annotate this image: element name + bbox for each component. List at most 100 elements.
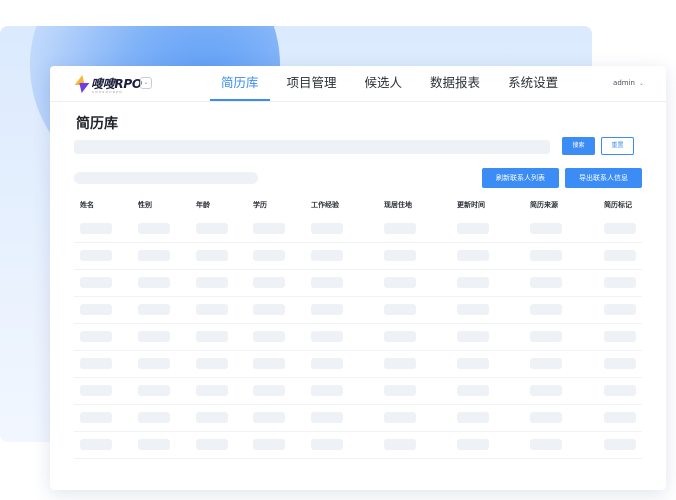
cell-placeholder — [80, 439, 112, 450]
cell-placeholder — [530, 331, 562, 342]
cell-placeholder — [604, 412, 636, 423]
page-title: 简历库 — [76, 116, 118, 132]
column-header-experience: 工作经验 — [311, 201, 339, 209]
column-header-residence: 现居住地 — [384, 201, 412, 209]
cell-placeholder — [530, 250, 562, 261]
cell-placeholder — [80, 331, 112, 342]
cell-placeholder — [196, 304, 228, 315]
cell-placeholder — [311, 223, 343, 234]
cell-placeholder — [253, 358, 285, 369]
cell-placeholder — [80, 304, 112, 315]
cell-placeholder — [530, 385, 562, 396]
table-row[interactable] — [74, 297, 642, 324]
cell-placeholder — [384, 277, 416, 288]
table-row[interactable] — [74, 432, 642, 459]
table-row[interactable] — [74, 405, 642, 432]
tab-project-management[interactable]: 项目管理 — [276, 66, 348, 102]
cell-placeholder — [196, 358, 228, 369]
table-row[interactable] — [74, 216, 642, 243]
cell-placeholder — [138, 358, 170, 369]
cell-placeholder — [80, 250, 112, 261]
column-header-updated: 更新时间 — [457, 201, 485, 209]
cell-placeholder — [196, 223, 228, 234]
cell-placeholder — [457, 358, 489, 369]
table-row[interactable] — [74, 324, 642, 351]
logo-text: 嗖嗖RPO — [91, 77, 142, 91]
chevron-down-icon: ⌄ — [638, 79, 644, 87]
cell-placeholder — [457, 304, 489, 315]
user-name: admin — [613, 79, 635, 87]
cell-placeholder — [384, 439, 416, 450]
cell-placeholder — [80, 412, 112, 423]
cell-placeholder — [138, 223, 170, 234]
cell-placeholder — [138, 331, 170, 342]
cell-placeholder — [457, 385, 489, 396]
cell-placeholder — [253, 412, 285, 423]
cell-placeholder — [530, 439, 562, 450]
column-header-mark: 简历标记 — [604, 201, 632, 209]
cell-placeholder — [311, 331, 343, 342]
filter-input[interactable] — [74, 172, 258, 184]
cell-placeholder — [196, 385, 228, 396]
export-contacts-button[interactable]: 导出联系人信息 — [565, 168, 642, 188]
cell-placeholder — [604, 331, 636, 342]
table-row[interactable] — [74, 351, 642, 378]
cell-placeholder — [384, 304, 416, 315]
chevron-down-icon[interactable]: ⌄ — [140, 77, 152, 89]
cell-placeholder — [138, 304, 170, 315]
logo[interactable]: 嗖嗖RPO SOUSOURPO — [74, 74, 142, 94]
cell-placeholder — [457, 223, 489, 234]
cell-placeholder — [384, 331, 416, 342]
cell-placeholder — [311, 250, 343, 261]
cell-placeholder — [457, 250, 489, 261]
cell-placeholder — [253, 223, 285, 234]
cell-placeholder — [384, 385, 416, 396]
table-body — [74, 216, 642, 459]
table-header: 姓名 性别 年龄 学历 工作经验 现居住地 更新时间 简历来源 简历标记 — [74, 196, 642, 216]
refresh-contacts-button[interactable]: 刷新联系人列表 — [482, 168, 559, 188]
cell-placeholder — [138, 385, 170, 396]
cell-placeholder — [311, 358, 343, 369]
table-row[interactable] — [74, 378, 642, 405]
cell-placeholder — [80, 385, 112, 396]
table-row[interactable] — [74, 243, 642, 270]
tab-system-settings[interactable]: 系统设置 — [497, 66, 569, 102]
cell-placeholder — [457, 412, 489, 423]
cell-placeholder — [311, 385, 343, 396]
tab-data-reports[interactable]: 数据报表 — [419, 66, 491, 102]
column-header-source: 简历来源 — [530, 201, 558, 209]
search-input[interactable] — [74, 140, 550, 154]
cell-placeholder — [311, 277, 343, 288]
table-row[interactable] — [74, 270, 642, 297]
cell-placeholder — [457, 439, 489, 450]
tab-candidates[interactable]: 候选人 — [354, 66, 414, 102]
cell-placeholder — [604, 385, 636, 396]
reset-button[interactable]: 重置 — [601, 137, 634, 155]
cell-placeholder — [253, 250, 285, 261]
cell-placeholder — [311, 439, 343, 450]
tab-resume-library[interactable]: 简历库 — [210, 66, 270, 102]
column-header-education: 学历 — [253, 201, 267, 209]
cell-placeholder — [457, 277, 489, 288]
user-menu[interactable]: admin ⌄ — [613, 79, 644, 87]
top-navbar: 嗖嗖RPO SOUSOURPO ⌄ 简历库 项目管理 候选人 数据报表 系统设置… — [50, 66, 666, 102]
cell-placeholder — [253, 439, 285, 450]
search-button[interactable]: 搜索 — [562, 137, 595, 155]
cell-placeholder — [530, 277, 562, 288]
cell-placeholder — [384, 250, 416, 261]
cell-placeholder — [138, 277, 170, 288]
cell-placeholder — [604, 304, 636, 315]
cell-placeholder — [384, 358, 416, 369]
column-header-name: 姓名 — [80, 201, 94, 209]
cell-placeholder — [196, 439, 228, 450]
logo-subtext: SOUSOURPO — [92, 90, 123, 94]
cell-placeholder — [80, 277, 112, 288]
cell-placeholder — [80, 358, 112, 369]
cell-placeholder — [384, 223, 416, 234]
column-header-age: 年龄 — [196, 201, 210, 209]
cell-placeholder — [604, 439, 636, 450]
cell-placeholder — [80, 223, 112, 234]
cell-placeholder — [253, 277, 285, 288]
cell-placeholder — [604, 358, 636, 369]
cell-placeholder — [138, 412, 170, 423]
